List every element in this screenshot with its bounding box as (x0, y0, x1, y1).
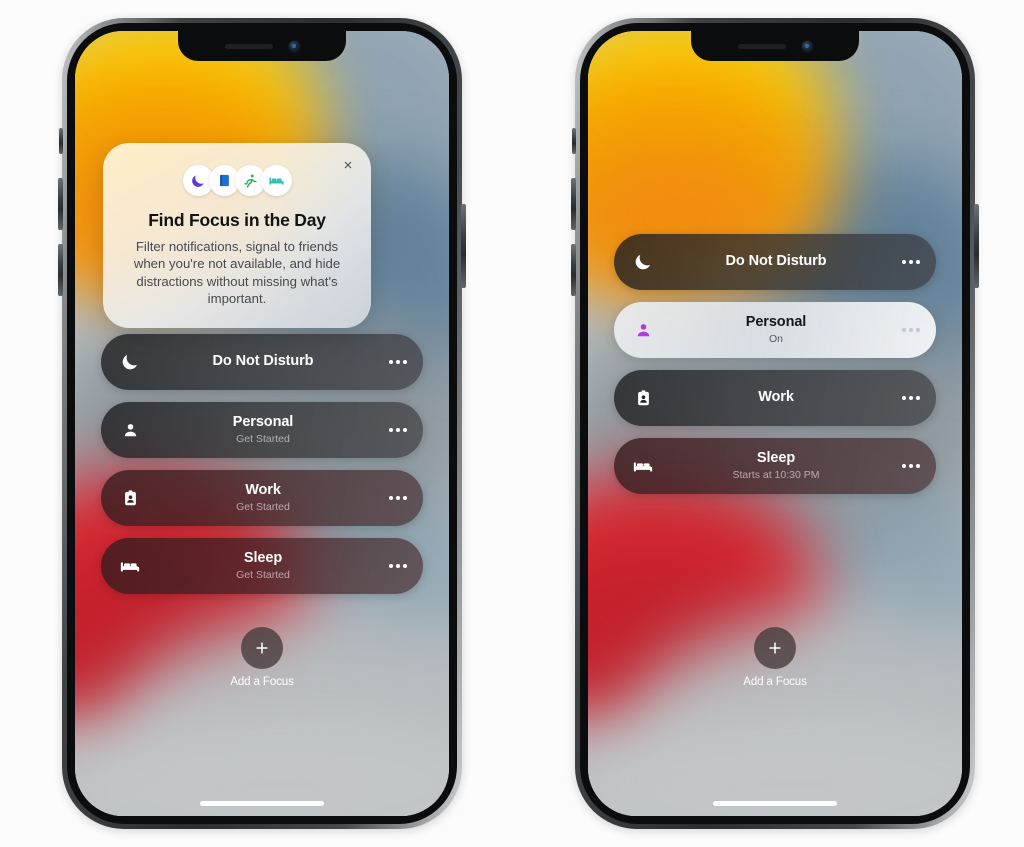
focus-onboarding-card: × Find Focus in the Day Filter notificat… (103, 143, 371, 328)
bed-icon (260, 165, 292, 196)
more-options-icon[interactable] (894, 260, 920, 264)
more-options-icon[interactable] (381, 564, 407, 568)
focus-name: Personal (745, 314, 807, 330)
phone-screen-left: × Find Focus in the Day Filter notificat… (75, 31, 449, 816)
more-options-icon[interactable] (381, 428, 407, 432)
focus-row-personal[interactable]: Personal On (614, 302, 936, 358)
focus-row-work[interactable]: Work Get Started (101, 470, 423, 526)
focus-row-do-not-disturb[interactable]: Do Not Disturb (614, 234, 936, 290)
phone-screen-right: Do Not Disturb Personal On Work Sleep St… (588, 31, 962, 816)
focus-mode-list-left: Do Not Disturb Personal Get Started Work… (101, 334, 423, 606)
focus-row-text: Do Not Disturb (658, 253, 894, 270)
volume-down-button[interactable] (571, 244, 576, 296)
focus-row-personal[interactable]: Personal Get Started (101, 402, 423, 458)
id-badge-icon (628, 383, 658, 413)
phone-right: Do Not Disturb Personal On Work Sleep St… (571, 18, 979, 829)
focus-row-text: Sleep Starts at 10:30 PM (658, 450, 894, 482)
focus-row-text: Work (658, 389, 894, 406)
close-icon[interactable]: × (339, 156, 357, 174)
add-focus-label: Add a Focus (230, 676, 294, 688)
card-body-text: Filter notifications, signal to friends … (133, 239, 341, 307)
moon-icon (115, 347, 145, 377)
focus-status: Get Started (236, 501, 290, 514)
focus-name: Sleep (243, 550, 283, 566)
focus-row-sleep[interactable]: Sleep Starts at 10:30 PM (614, 438, 936, 494)
focus-status: Get Started (236, 433, 290, 446)
mute-switch[interactable] (572, 128, 576, 154)
id-badge-icon (115, 483, 145, 513)
person-icon (628, 315, 658, 345)
focus-status: Starts at 10:30 PM (732, 469, 820, 482)
add-focus-label: Add a Focus (743, 676, 807, 688)
person-icon (115, 415, 145, 445)
front-camera-icon (288, 40, 300, 52)
more-options-icon[interactable] (381, 496, 407, 500)
more-options-icon[interactable] (894, 396, 920, 400)
volume-up-button[interactable] (571, 178, 576, 230)
focus-name: Work (758, 389, 794, 406)
moon-icon (628, 247, 658, 277)
mute-switch[interactable] (59, 128, 63, 154)
volume-down-button[interactable] (58, 244, 63, 296)
add-focus-button[interactable] (241, 627, 283, 669)
focus-row-work[interactable]: Work (614, 370, 936, 426)
focus-row-text: Personal On (658, 314, 894, 346)
focus-row-text: Do Not Disturb (145, 353, 381, 370)
power-button[interactable] (974, 204, 979, 288)
speaker-grille-icon (224, 43, 273, 49)
focus-name: Work (245, 482, 281, 498)
speaker-grille-icon (737, 43, 786, 49)
focus-row-text: Sleep Get Started (145, 550, 381, 582)
focus-name: Do Not Disturb (212, 353, 314, 370)
power-button[interactable] (461, 204, 466, 288)
front-camera-icon (801, 40, 813, 52)
focus-row-do-not-disturb[interactable]: Do Not Disturb (101, 334, 423, 390)
add-focus-left: Add a Focus (75, 627, 449, 688)
more-options-icon[interactable] (894, 328, 920, 332)
card-title: Find Focus in the Day (148, 210, 326, 230)
focus-name: Personal (232, 414, 294, 430)
focus-status: On (768, 333, 783, 346)
focus-row-sleep[interactable]: Sleep Get Started (101, 538, 423, 594)
more-options-icon[interactable] (894, 464, 920, 468)
notch (178, 31, 346, 61)
volume-up-button[interactable] (58, 178, 63, 230)
add-focus-button[interactable] (754, 627, 796, 669)
focus-name: Sleep (756, 450, 796, 466)
add-focus-right: Add a Focus (588, 627, 962, 688)
phone-left: × Find Focus in the Day Filter notificat… (58, 18, 466, 829)
focus-icon-cluster (119, 165, 355, 196)
focus-name: Do Not Disturb (725, 253, 827, 270)
more-options-icon[interactable] (381, 360, 407, 364)
focus-row-text: Personal Get Started (145, 414, 381, 446)
focus-row-text: Work Get Started (145, 482, 381, 514)
screenshot-canvas: × Find Focus in the Day Filter notificat… (0, 0, 1024, 847)
bed-icon (628, 451, 658, 481)
home-indicator[interactable] (200, 801, 324, 806)
bed-icon (115, 551, 145, 581)
home-indicator[interactable] (713, 801, 837, 806)
focus-status: Get Started (236, 569, 290, 582)
notch (691, 31, 859, 61)
focus-mode-list-right: Do Not Disturb Personal On Work Sleep St… (614, 234, 936, 506)
